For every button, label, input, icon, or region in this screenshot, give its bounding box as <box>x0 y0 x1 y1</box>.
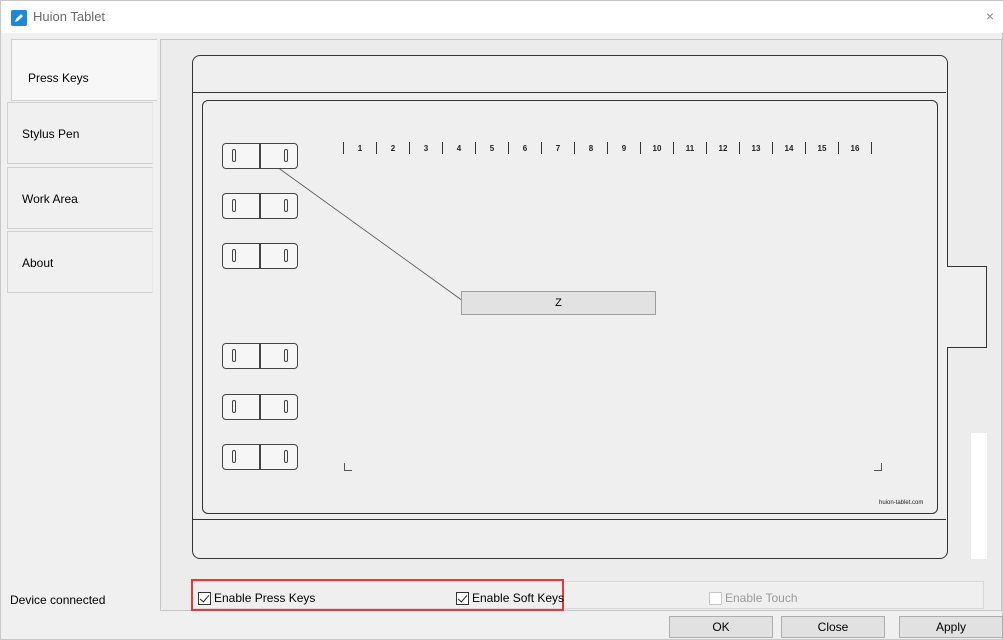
device-status: Device connected <box>10 593 106 607</box>
apply-button[interactable]: Apply <box>899 616 1003 638</box>
soft-key-strip: 1 2 3 4 5 6 7 8 9 10 11 12 13 14 15 16 <box>343 141 872 155</box>
press-key-3[interactable] <box>222 243 298 269</box>
enable-press-keys-checkbox[interactable]: Enable Press Keys <box>198 591 315 605</box>
key-leader-line <box>258 153 464 302</box>
press-key-6[interactable] <box>222 444 298 470</box>
soft-key-8[interactable]: 8 <box>575 144 607 153</box>
checkbox-box <box>709 591 722 605</box>
press-key-2[interactable] <box>222 193 298 219</box>
close-button[interactable]: Close <box>781 616 885 638</box>
press-key-4[interactable] <box>222 343 298 369</box>
checkbox-box[interactable] <box>456 591 469 605</box>
press-key-1[interactable] <box>222 143 298 169</box>
soft-key-5[interactable]: 5 <box>476 144 508 153</box>
checkbox-label: Enable Press Keys <box>214 591 316 605</box>
checkbox-label: Enable Touch <box>725 591 798 605</box>
soft-key-6[interactable]: 6 <box>509 144 541 153</box>
soft-key-11[interactable]: 11 <box>674 144 706 153</box>
soft-key-1[interactable]: 1 <box>344 144 376 153</box>
soft-key-10[interactable]: 10 <box>641 144 673 153</box>
soft-key-15[interactable]: 15 <box>806 144 838 153</box>
soft-key-13[interactable]: 13 <box>740 144 772 153</box>
work-area-corner-bottom-left <box>344 463 352 471</box>
app-window: Huion Tablet × Press Keys Stylus Pen Wor… <box>0 0 1003 640</box>
brand-url: huion-tablet.com <box>879 500 924 506</box>
enable-soft-keys-checkbox[interactable]: Enable Soft Keys <box>456 591 564 605</box>
soft-key-16[interactable]: 16 <box>839 144 871 153</box>
soft-key-3[interactable]: 3 <box>410 144 442 153</box>
work-area-corner-bottom-right <box>874 463 882 471</box>
soft-key-2[interactable]: 2 <box>377 144 409 153</box>
soft-key-4[interactable]: 4 <box>443 144 475 153</box>
enable-touch-checkbox: Enable Touch <box>709 591 798 605</box>
checkbox-label: Enable Soft Keys <box>472 591 565 605</box>
soft-key-12[interactable]: 12 <box>707 144 739 153</box>
ok-button[interactable]: OK <box>669 616 773 638</box>
soft-key-14[interactable]: 14 <box>773 144 805 153</box>
soft-key-7[interactable]: 7 <box>542 144 574 153</box>
press-key-5[interactable] <box>222 394 298 420</box>
soft-key-9[interactable]: 9 <box>608 144 640 153</box>
checkbox-box[interactable] <box>198 591 211 605</box>
key-assignment-field[interactable]: Z <box>461 291 656 315</box>
